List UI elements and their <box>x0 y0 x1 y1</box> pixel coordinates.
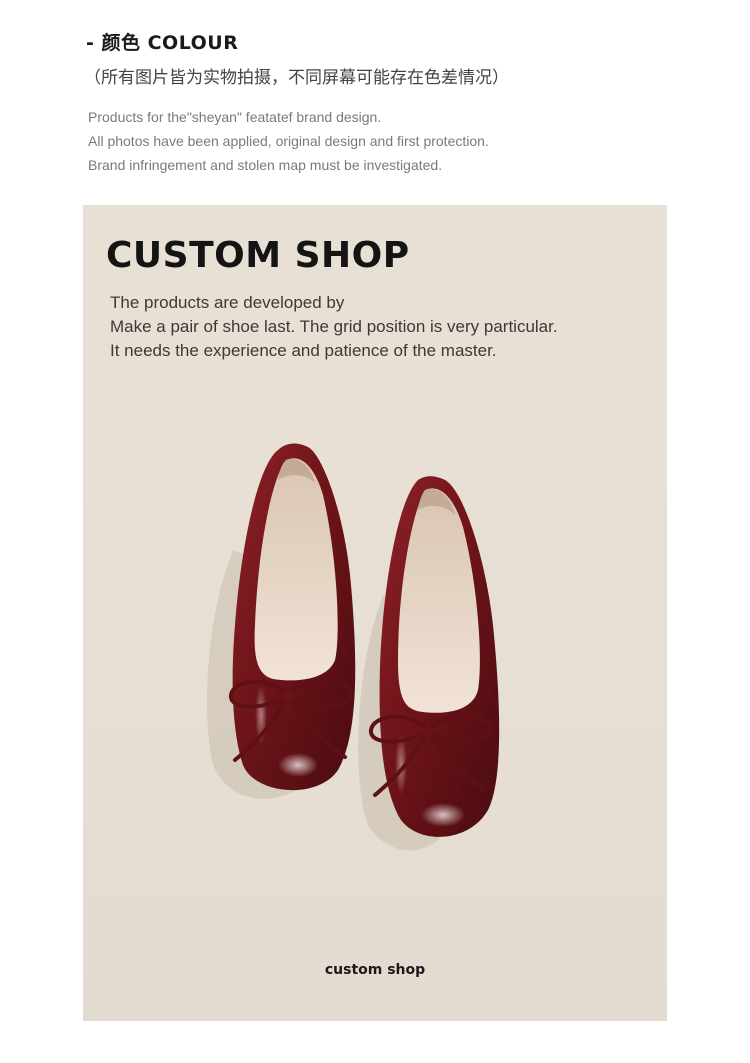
left-shoe <box>229 443 356 791</box>
color-section-title: - 颜色 COLOUR <box>86 32 239 54</box>
custom-shop-panel: CUSTOM SHOP The products are developed b… <box>83 205 667 1021</box>
brand-note-1: Products for the"sheyan" featatef brand … <box>88 109 382 125</box>
shoes-photo <box>207 443 500 851</box>
color-disclaimer: （所有图片皆为实物拍摄，不同屏幕可能存在色差情况） <box>84 68 509 88</box>
brand-note-2: All photos have been applied, original d… <box>88 133 489 149</box>
brand-note-3: Brand infringement and stolen map must b… <box>88 157 443 173</box>
right-shoe <box>369 476 500 837</box>
panel-caption: custom shop <box>324 962 426 978</box>
